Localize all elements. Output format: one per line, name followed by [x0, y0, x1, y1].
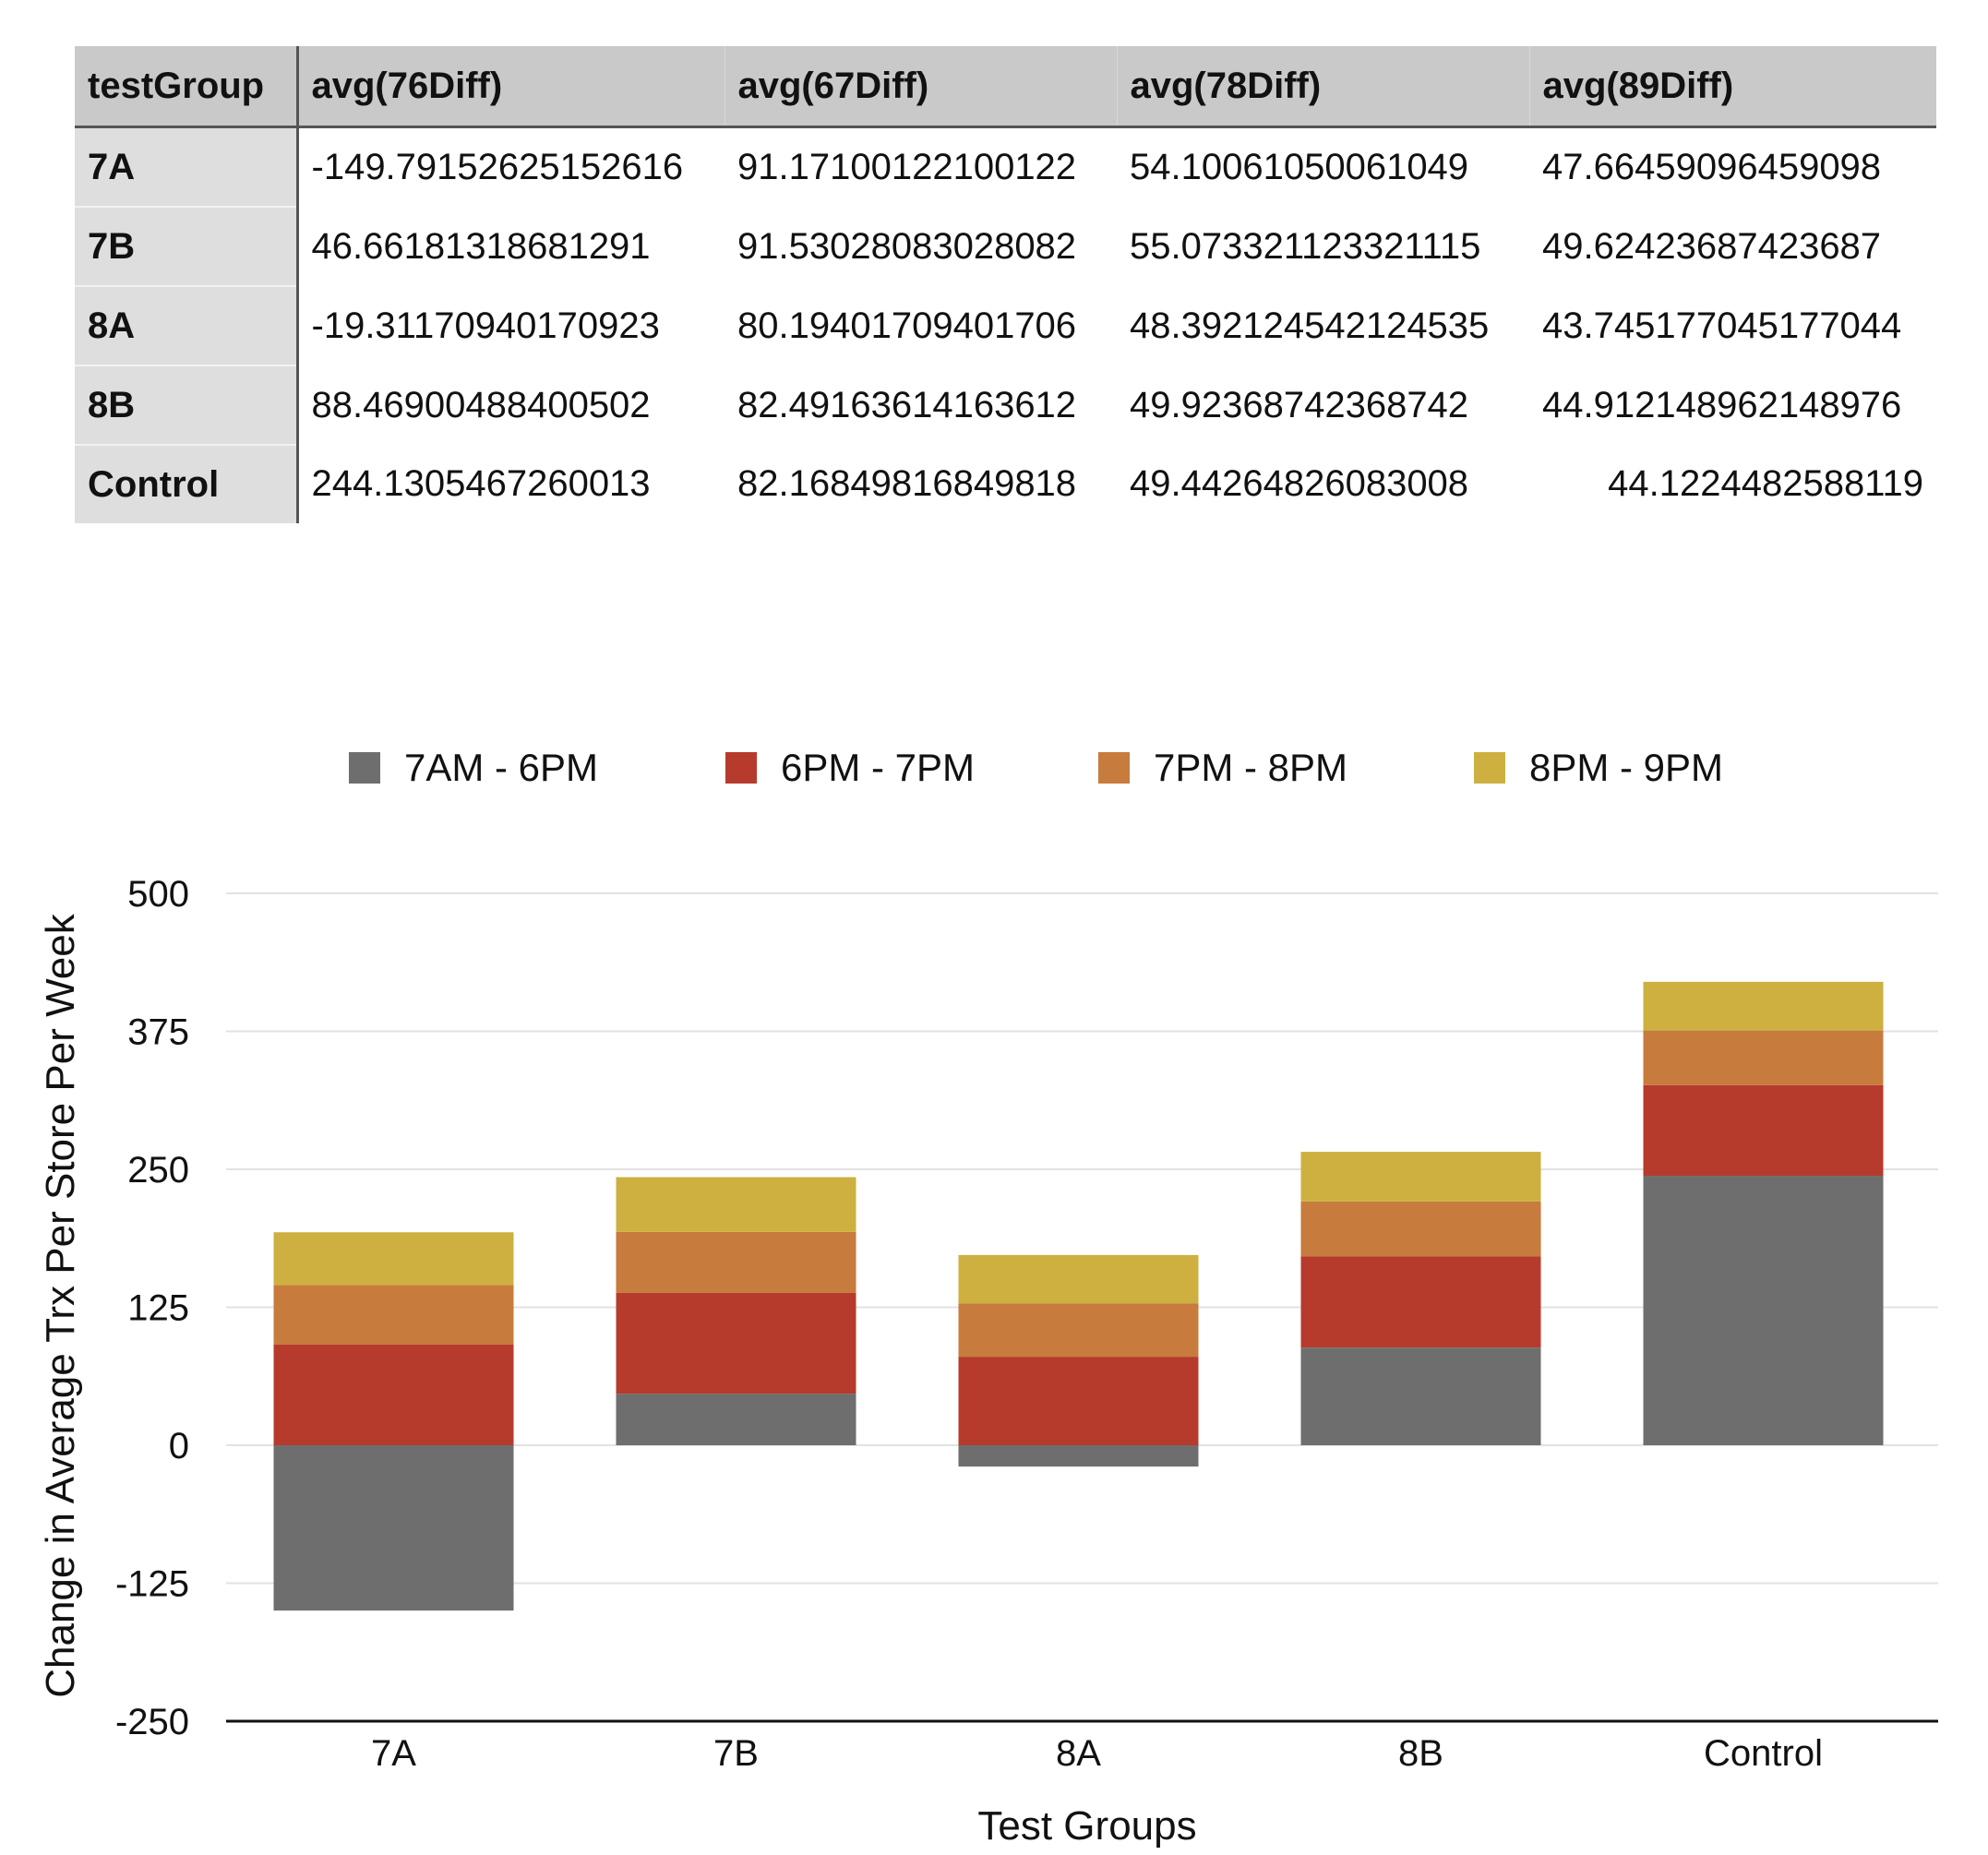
legend-swatch — [349, 752, 380, 784]
table-cell: -149.79152625152616 — [297, 126, 725, 207]
table-cell: 91.17100122100122 — [725, 126, 1117, 207]
chart-bars — [273, 981, 1884, 1611]
column-header: avg(67Diff) — [724, 46, 1117, 128]
y-tick-label: 125 — [127, 1288, 189, 1329]
column-header: testGroup — [75, 46, 299, 128]
legend-label: 7AM - 6PM — [404, 746, 598, 789]
table-row: 7B 46.66181318681291 91.53028083028082 5… — [75, 206, 1936, 286]
row-label: 7A — [75, 126, 299, 207]
table-cell: 44.912148962148976 — [1529, 365, 1936, 445]
table-row: 7A -149.79152625152616 91.17100122100122… — [75, 126, 1936, 207]
table-header-row: testGroup avg(76Diff) avg(67Diff) avg(78… — [75, 46, 1936, 128]
x-tick-label: 7A — [371, 1733, 416, 1774]
row-label: 7B — [75, 206, 299, 286]
x-tick-label: 8B — [1398, 1733, 1443, 1774]
table-cell: 80.19401709401706 — [725, 286, 1117, 365]
bar-segment — [958, 1254, 1199, 1304]
table-cell: 47.66459096459098 — [1529, 126, 1936, 207]
table-row: Control 244.1305467260013 82.16849816849… — [75, 444, 1936, 523]
bar-segment — [273, 1344, 514, 1445]
row-label: 8A — [75, 285, 299, 365]
table-cell: 44.1224482588119 — [1529, 445, 1936, 523]
table-cell: 49.92368742368742 — [1117, 365, 1529, 445]
chart-legend: 7AM - 6PM 6PM - 7PM 7PM - 8PM 8PM - 9PM — [349, 746, 1723, 789]
legend-swatch — [1474, 752, 1505, 784]
table-cell: 49.62423687423687 — [1529, 207, 1936, 286]
bar-segment — [616, 1177, 856, 1232]
legend-swatch — [1098, 752, 1130, 784]
y-tick-label: 250 — [127, 1150, 189, 1191]
stacked-bar-chart: 7AM - 6PM 6PM - 7PM 7PM - 8PM 8PM - 9PM 500… — [38, 746, 1938, 1849]
y-tick-label: 375 — [127, 1012, 189, 1053]
legend-swatch — [725, 752, 757, 784]
table-cell: 91.53028083028082 — [725, 207, 1117, 286]
x-tick-label: 8A — [1056, 1733, 1101, 1774]
bar-segment — [616, 1231, 856, 1293]
x-tick-label: Control — [1704, 1733, 1823, 1774]
bar-segment — [958, 1445, 1199, 1467]
table-cell: 82.16849816849818 — [725, 445, 1117, 523]
column-header: avg(89Diff) — [1528, 46, 1936, 128]
x-tick-label: 7B — [713, 1733, 759, 1774]
bar-segment — [273, 1232, 514, 1286]
bar-segment — [1643, 1084, 1884, 1177]
y-axis-title: Change in Average Trx Per Store Per Week — [38, 913, 83, 1697]
y-tick-label: -125 — [115, 1564, 189, 1605]
table-cell: 49.44264826083008 — [1117, 445, 1529, 523]
y-tick-label: 0 — [169, 1426, 189, 1466]
table-cell: -19.31170940170923 — [297, 286, 725, 365]
bar-segment — [1300, 1256, 1541, 1348]
bar-segment — [616, 1394, 856, 1445]
bar-segment — [1300, 1347, 1541, 1445]
table-cell: 46.66181318681291 — [297, 207, 725, 286]
table-cell: 88.46900488400502 — [297, 365, 725, 445]
bar-segment — [958, 1303, 1199, 1358]
table-cell: 244.1305467260013 — [297, 445, 725, 523]
bar-segment — [616, 1292, 856, 1394]
legend-label: 7PM - 8PM — [1154, 746, 1347, 789]
bar-segment — [1300, 1152, 1541, 1202]
table-cell: 82.49163614163612 — [725, 365, 1117, 445]
bar-segment — [958, 1357, 1199, 1445]
data-table: testGroup avg(76Diff) avg(67Diff) avg(78… — [75, 46, 1936, 523]
table-cell: 55.073321123321115 — [1117, 207, 1529, 286]
legend-label: 8PM - 9PM — [1529, 746, 1723, 789]
column-header: avg(76Diff) — [296, 46, 725, 128]
y-tick-label: 500 — [127, 874, 189, 915]
table-cell: 48.392124542124535 — [1117, 286, 1529, 365]
table-row: 8B 88.46900488400502 82.49163614163612 4… — [75, 365, 1936, 445]
legend-label: 6PM - 7PM — [781, 746, 975, 789]
y-tick-label: -250 — [115, 1702, 189, 1742]
column-header: avg(78Diff) — [1116, 46, 1529, 128]
bar-segment — [1643, 1030, 1884, 1085]
row-label: Control — [75, 444, 299, 523]
bar-segment — [273, 1445, 514, 1611]
table-cell: 43.745177045177044 — [1529, 286, 1936, 365]
bar-segment — [273, 1285, 514, 1345]
table-cell: 54.10061050061049 — [1117, 126, 1529, 207]
bar-segment — [1300, 1201, 1541, 1257]
bar-segment — [1643, 1176, 1884, 1445]
bar-segment — [1643, 981, 1884, 1031]
x-axis-title: Test Groups — [977, 1803, 1196, 1849]
table-row: 8A -19.31170940170923 80.19401709401706 … — [75, 285, 1936, 365]
row-label: 8B — [75, 365, 299, 445]
